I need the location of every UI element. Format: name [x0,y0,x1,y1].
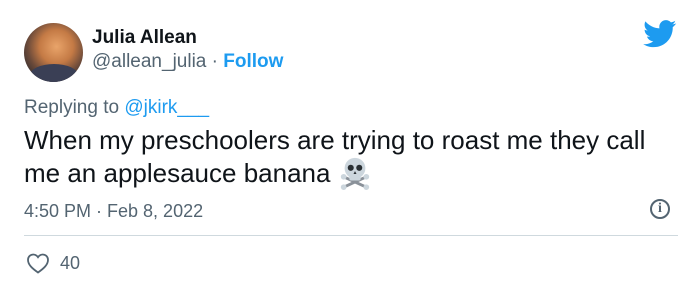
tweet-text: When my preschoolers are trying to roast… [24,124,684,190]
like-count: 40 [60,252,81,273]
tweet-body: When my preschoolers are trying to roast… [24,125,646,188]
reply-mention-link[interactable]: @jkirk___ [124,97,209,118]
like-action[interactable]: 40 [26,252,80,274]
handle-separator: · [206,51,224,72]
heart-icon[interactable] [26,252,50,274]
handle-row: @allean_julia · Follow [92,51,283,73]
twitter-bird-icon[interactable] [643,20,677,48]
author-handle[interactable]: @allean_julia [92,51,206,72]
skull-crossbones-icon [341,157,370,190]
avatar[interactable] [24,23,83,82]
tweet-timestamp[interactable]: 4:50 PM · Feb 8, 2022 [24,201,203,222]
info-icon[interactable]: i [650,199,670,219]
replying-to: Replying to @jkirk___ [24,97,209,119]
divider [24,235,678,236]
replying-prefix: Replying to [24,97,125,118]
author-name[interactable]: Julia Allean [92,27,197,49]
follow-button[interactable]: Follow [223,51,283,72]
